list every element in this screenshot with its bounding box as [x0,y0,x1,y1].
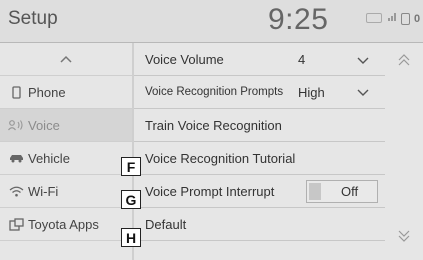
sidebar-scroll-up-button[interactable] [0,43,132,76]
sidebar-item-vehicle[interactable]: Vehicle [0,142,132,175]
car-icon [8,153,24,163]
voice-recognition-prompts-label: Voice Recognition Prompts [145,86,284,98]
voice-volume-label: Voice Volume [145,51,224,67]
toggle-state-label: Off [341,184,359,199]
header-bar: Setup 9:25 0 [0,0,423,43]
callout-h: H [121,228,141,247]
phone-icon [8,85,24,99]
train-voice-recognition-row[interactable]: Train Voice Recognition [134,109,385,142]
voice-volume-value: 4 [298,51,306,67]
voice-recognition-tutorial-label: Voice Recognition Tutorial [145,150,296,166]
chevron-down-icon[interactable] [357,88,369,98]
sidebar-item-toyota-apps[interactable]: Toyota Apps [0,208,132,241]
voice-volume-row[interactable]: Voice Volume 4 [134,43,385,76]
setup-screen: Setup 9:25 0 Phone Voice Vehicle Wi-Fi T… [0,0,423,260]
chevron-up-icon [60,55,72,63]
sidebar-item-wifi[interactable]: Wi-Fi [0,175,132,208]
callout-g: G [121,190,141,209]
voice-prompt-interrupt-toggle[interactable]: Off [306,180,378,203]
sidebar-item-voice[interactable]: Voice [0,109,132,142]
clock: 9:25 [268,3,329,36]
chevron-down-icon[interactable] [357,56,369,66]
chevron-double-up-icon [398,54,410,66]
scroll-controls [386,43,423,260]
voice-recognition-tutorial-row[interactable]: Voice Recognition Tutorial [134,142,385,175]
sidebar-item-label: Toyota Apps [28,216,99,232]
voice-prompt-interrupt-label: Voice Prompt Interrupt [145,183,275,199]
sidebar-item-label: Phone [28,84,66,100]
toggle-knob [309,183,321,200]
scroll-down-button[interactable] [398,229,410,247]
page-title: Setup [8,8,58,29]
apps-icon [8,217,24,231]
sidebar-item-label: Voice [28,117,60,133]
voice-prompt-interrupt-row[interactable]: Voice Prompt Interrupt Off [134,175,385,208]
sidebar-item-phone[interactable]: Phone [0,76,132,109]
sidebar-item-label: Wi-Fi [28,183,59,199]
default-row[interactable]: Default [134,208,385,241]
wifi-icon [8,186,24,197]
sidebar: Phone Voice Vehicle Wi-Fi Toyota Apps [0,43,134,260]
signal-icon [388,13,396,21]
sidebar-item-label: Vehicle [28,150,70,166]
train-voice-recognition-label: Train Voice Recognition [145,117,282,133]
message-count: 0 [414,13,421,25]
scroll-up-button[interactable] [398,53,410,71]
voice-recognition-prompts-row[interactable]: Voice Recognition Prompts High [134,76,385,109]
callout-f: F [121,157,141,176]
default-label: Default [145,216,187,232]
voice-icon [8,119,24,131]
voice-recognition-prompts-value: High [298,84,325,100]
settings-list: Voice Volume 4 Voice Recognition Prompts… [134,43,385,260]
phone-status-icon [401,13,410,25]
chevron-double-down-icon [398,230,410,242]
hdr-badge-icon [366,13,382,23]
